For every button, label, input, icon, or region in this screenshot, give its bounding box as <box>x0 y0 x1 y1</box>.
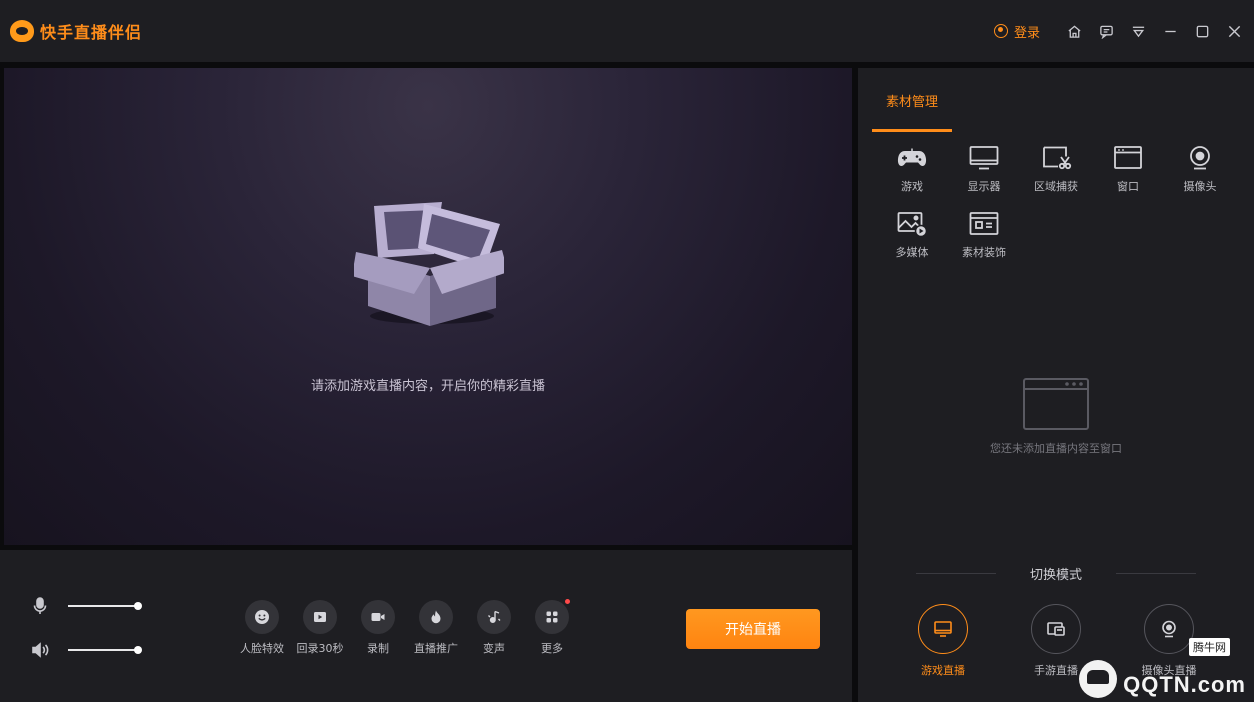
window-icon <box>1114 146 1142 169</box>
minimize-button[interactable] <box>1154 15 1186 47</box>
tool-face-effect[interactable]: 人脸特效 <box>232 600 292 656</box>
source-window[interactable]: 窗口 <box>1092 144 1164 194</box>
tool-label: 人脸特效 <box>240 642 284 655</box>
mode-switch-header: 切换模式 <box>916 564 1196 583</box>
flame-icon <box>431 610 441 624</box>
speaker-volume-knob[interactable] <box>134 646 142 654</box>
login-label: 登录 <box>1013 25 1040 41</box>
kuaishou-logo-icon <box>10 20 34 42</box>
app-title: 快手直播伴侣 <box>40 23 143 42</box>
start-live-button[interactable]: 开始直播 <box>686 609 820 649</box>
app-window: 快手直播伴侣 登录 请添加游戏直播内容，开启你的精彩直播 人脸特效 回录30秒 … <box>0 0 1254 702</box>
empty-box-illustration <box>354 202 504 326</box>
tool-label: 回录30秒 <box>296 642 344 655</box>
message-button[interactable] <box>1090 15 1122 47</box>
gamepad-icon <box>897 148 927 166</box>
record-icon <box>371 613 385 621</box>
source-label: 区域捕获 <box>1034 180 1078 193</box>
close-icon <box>1228 25 1240 37</box>
camera-icon <box>1190 146 1210 170</box>
source-label: 摄像头 <box>1183 180 1217 193</box>
source-label: 窗口 <box>1117 180 1139 193</box>
mode-game-live[interactable]: 游戏直播 <box>918 604 968 678</box>
mode-switch-title: 切换模式 <box>1029 568 1082 583</box>
mode-label: 游戏直播 <box>921 664 965 677</box>
preview-canvas[interactable]: 请添加游戏直播内容，开启你的精彩直播 <box>4 68 852 545</box>
media-icon <box>897 212 928 238</box>
voice-change-icon <box>488 610 501 623</box>
toolbar-tools: 人脸特效 回录30秒 录制 直播推广 变声 更多 <box>232 599 582 656</box>
source-label: 多媒体 <box>895 246 929 259</box>
minimize-icon <box>1164 30 1176 32</box>
source-label: 显示器 <box>967 180 1001 193</box>
chat-icon <box>1099 25 1113 39</box>
source-label: 游戏 <box>901 180 923 193</box>
empty-state: 您还未添加直播内容至窗口 <box>858 378 1254 456</box>
divider <box>1115 573 1196 574</box>
mode-label: 手游直播 <box>1034 664 1078 677</box>
source-camera[interactable]: 摄像头 <box>1164 144 1236 194</box>
microphone-icon[interactable] <box>30 596 50 616</box>
source-region-capture[interactable]: 区域捕获 <box>1020 144 1092 194</box>
region-capture-icon <box>1043 146 1072 170</box>
close-button[interactable] <box>1218 15 1250 47</box>
mic-volume-knob[interactable] <box>134 602 142 610</box>
empty-state-text: 您还未添加直播内容至窗口 <box>990 442 1122 455</box>
source-decoration[interactable]: 素材装饰 <box>948 210 1020 260</box>
tool-label: 更多 <box>541 642 563 655</box>
tool-record[interactable]: 录制 <box>348 600 408 656</box>
monitor-icon <box>934 621 952 637</box>
more-grid-icon <box>546 611 558 623</box>
speaker-volume-slider[interactable] <box>68 646 142 654</box>
speaker-icon[interactable] <box>30 640 50 660</box>
monitor-icon <box>969 146 999 170</box>
tool-promotion[interactable]: 直播推广 <box>406 600 466 656</box>
decoration-icon <box>969 212 999 235</box>
phone-screen-icon <box>1047 622 1065 636</box>
speaker-volume-row <box>30 640 142 660</box>
home-button[interactable] <box>1058 15 1090 47</box>
face-effect-icon <box>255 610 269 624</box>
login-button[interactable]: 登录 <box>993 22 1040 41</box>
menu-button[interactable] <box>1122 15 1154 47</box>
replay-icon <box>314 612 326 622</box>
tool-label: 直播推广 <box>414 642 458 655</box>
tool-label: 变声 <box>483 642 505 655</box>
maximize-button[interactable] <box>1186 15 1218 47</box>
mic-volume-row <box>30 596 142 616</box>
source-multimedia[interactable]: 多媒体 <box>876 210 948 260</box>
maximize-icon <box>1196 25 1208 37</box>
source-monitor[interactable]: 显示器 <box>948 144 1020 194</box>
watermark-badge: 腾牛网 <box>1189 638 1230 656</box>
control-bar: 人脸特效 回录30秒 录制 直播推广 变声 更多 开始直播 <box>0 550 852 702</box>
source-game[interactable]: 游戏 <box>876 144 948 194</box>
source-grid: 游戏 显示器 区域捕获 窗口 摄像头 多媒体 素材装饰 <box>876 144 1236 260</box>
source-label: 素材装饰 <box>962 246 1006 259</box>
tool-replay-30s[interactable]: 回录30秒 <box>290 600 350 656</box>
divider <box>916 573 996 574</box>
mic-volume-slider[interactable] <box>68 602 142 610</box>
source-panel: 素材管理 游戏 显示器 区域捕获 窗口 摄像头 多媒体 素材装饰 您还未添加直播… <box>858 68 1254 702</box>
tab-source-management[interactable]: 素材管理 <box>872 68 952 132</box>
tool-voice-change[interactable]: 变声 <box>464 600 524 656</box>
mode-mobile-live[interactable]: 手游直播 <box>1031 604 1081 678</box>
tool-label: 录制 <box>367 642 389 655</box>
watermark-text: QQTN.com <box>1123 672 1246 697</box>
home-icon <box>1067 24 1081 38</box>
watermark: 腾牛网 QQTN.com <box>1079 638 1246 698</box>
empty-window-icon <box>1023 378 1089 430</box>
user-icon <box>993 24 1008 38</box>
title-bar: 快手直播伴侣 登录 <box>0 0 1254 62</box>
preview-empty-message: 请添加游戏直播内容，开启你的精彩直播 <box>310 379 545 394</box>
watermark-logo-icon <box>1079 660 1118 698</box>
tool-more[interactable]: 更多 <box>522 599 582 656</box>
notification-dot <box>565 599 570 604</box>
app-logo: 快手直播伴侣 <box>10 19 142 43</box>
menu-down-icon <box>1132 26 1144 37</box>
camera-icon <box>1162 620 1176 638</box>
